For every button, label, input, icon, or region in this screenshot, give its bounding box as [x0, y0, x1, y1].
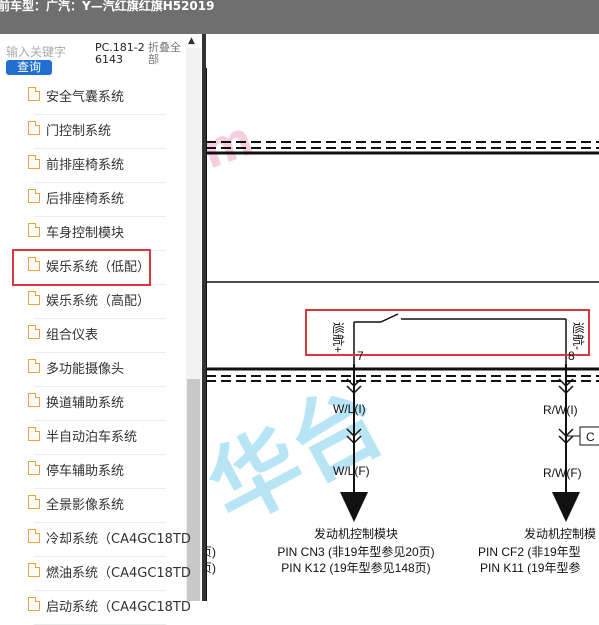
document-icon — [28, 359, 40, 373]
tree-item-label: 半自动泊车系统 — [46, 430, 138, 445]
tree-item[interactable]: 换道辅助系统 — [0, 387, 186, 421]
switch-left-label: 巡航+ — [331, 322, 346, 353]
switch-right-label: 巡航- — [571, 322, 586, 350]
wiring-diagram: 华台 m 巡航+ 巡航- 7 8 W/L(I) W/L(F) R/W(I) R/… — [206, 34, 599, 601]
document-icon — [28, 189, 40, 203]
tree-item[interactable]: 全景影像系统 — [0, 489, 186, 523]
wire-left-bottom-label: W/L(F) — [333, 464, 370, 478]
tree-item[interactable]: 娱乐系统（高配） — [0, 285, 186, 319]
tree-item[interactable]: 组合仪表 — [0, 319, 186, 353]
tree-item[interactable]: 半自动泊车系统 — [0, 421, 186, 455]
document-icon — [28, 325, 40, 339]
ecm-right-pin2: PIN K11 (19年型参 — [480, 560, 580, 575]
connector-tag-label: C — [586, 430, 595, 444]
document-icon — [28, 427, 40, 441]
tree-item-label: 启动系统（CA4GC18TD — [46, 600, 191, 615]
tree-item-label: 燃油系统（CA4GC18TD — [46, 566, 191, 581]
document-icon — [28, 597, 40, 611]
document-icon — [28, 495, 40, 509]
tree-item[interactable]: 停车辅助系统 — [0, 455, 186, 489]
document-icon — [28, 155, 40, 169]
tree-item-label: 冷却系统（CA4GC18TD — [46, 532, 191, 547]
wire-left-top-label: W/L(I) — [333, 402, 366, 416]
tree-item-label: 后排座椅系统 — [46, 192, 125, 207]
document-icon — [28, 223, 40, 237]
tree-item[interactable]: 安全气囊系统 — [0, 81, 186, 115]
switch-contact — [380, 313, 399, 323]
ecm-right-pin1: PIN CF2 (非19年型 — [478, 545, 581, 559]
tree-item-label: 多功能摄像头 — [46, 362, 125, 377]
ecm-right-title: 发动机控制模 — [524, 526, 596, 541]
wire-right-top-label: R/W(I) — [543, 403, 578, 417]
title-text: 前车型：广汽：Y—汽红旗红旗H52019 — [0, 0, 215, 13]
pc-code: PC.181-26143 — [95, 41, 145, 66]
document-icon — [28, 461, 40, 475]
tree-item[interactable]: 后排座椅系统 — [0, 183, 186, 217]
switch-highlight-box — [305, 309, 590, 356]
scroll-up-arrow-icon[interactable]: ▲ — [188, 36, 195, 46]
left-edge-text: 页) — [206, 545, 216, 559]
wiring-diagram-svg: 华台 m 巡航+ 巡航- 7 8 W/L(I) W/L(F) R/W(I) R/… — [206, 68, 599, 601]
collapse-all-button[interactable]: 折叠全部 — [148, 42, 186, 66]
document-icon — [28, 291, 40, 305]
search-input[interactable] — [6, 42, 88, 62]
tree-item[interactable]: 燃油系统（CA4GC18TD — [0, 557, 191, 591]
tree-item-label: 前排座椅系统 — [46, 158, 125, 173]
document-icon — [28, 121, 40, 135]
ecm-left-pin1: PIN CN3 (非19年型参见20页) — [277, 544, 434, 559]
system-tree: 安全气囊系统 门控制系统 前排座椅系统 后排座椅系统 车身控制模块 娱乐系统（低… — [0, 81, 191, 625]
query-button[interactable]: 查询 — [6, 60, 52, 75]
tree-item-label: 组合仪表 — [46, 328, 99, 343]
ecm-left-pin2: PIN K12 (19年型参见148页) — [281, 560, 430, 575]
document-icon — [28, 529, 40, 543]
tree-item-label: 停车辅助系统 — [46, 464, 125, 479]
sidebar: 查询 PC.181-26143 折叠全部 ▲ 安全气囊系统 门控制系统 前排座椅… — [0, 34, 202, 625]
tree-item-label: 换道辅助系统 — [46, 396, 125, 411]
ecm-left-title: 发动机控制模块 — [314, 526, 398, 541]
tree-item-label: 娱乐系统（高配） — [46, 294, 151, 309]
left-edge-text: 页) — [206, 561, 216, 575]
ground-arrow-icon — [340, 492, 368, 522]
wire-right-bottom-label: R/W(F) — [543, 466, 582, 480]
selection-highlight-box — [12, 249, 151, 286]
pin-left-number: 7 — [357, 349, 364, 363]
pin-right-number: 8 — [568, 349, 575, 363]
ground-arrow-icon — [552, 492, 580, 522]
tree-item-label: 安全气囊系统 — [46, 90, 125, 105]
document-icon — [28, 563, 40, 577]
title-bar: 前车型：广汽：Y—汽红旗红旗H52019 — [0, 0, 599, 34]
tree-item[interactable]: 启动系统（CA4GC18TD — [0, 591, 191, 625]
tree-item[interactable]: 冷却系统（CA4GC18TD — [0, 523, 191, 557]
tree-item[interactable]: 多功能摄像头 — [0, 353, 186, 387]
tree-item[interactable]: 前排座椅系统 — [0, 149, 186, 183]
tree-item-label: 门控制系统 — [46, 124, 112, 139]
document-icon — [28, 393, 40, 407]
tree-item-selected[interactable]: 车身控制模块 — [0, 217, 186, 251]
document-icon — [28, 87, 40, 101]
tree-item-label: 全景影像系统 — [46, 498, 125, 513]
watermark: 华台 — [206, 367, 401, 544]
watermark-small: m — [206, 111, 261, 181]
tree-item-label: 车身控制模块 — [46, 226, 125, 241]
tree-item[interactable]: 门控制系统 — [0, 115, 186, 149]
